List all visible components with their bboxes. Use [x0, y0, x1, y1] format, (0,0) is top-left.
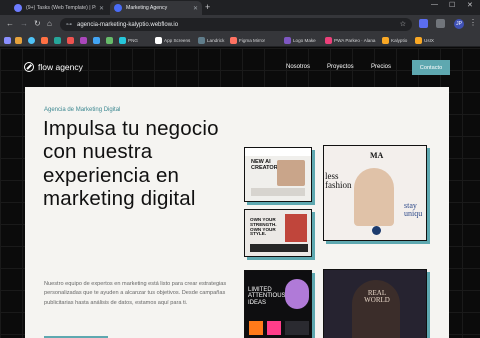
home-icon[interactable]: ⌂	[47, 19, 52, 28]
thumb-title: OWN YOUR STRENGTH. OWN YOUR STYLE.	[250, 217, 277, 237]
figma-icon	[14, 4, 22, 12]
thumb-title: NEW AI CREATOR	[251, 159, 278, 171]
close-icon[interactable]: ✕	[193, 5, 198, 12]
hero-eyebrow: Agencia de Marketing Digital	[44, 107, 121, 113]
thumb-text: stay uniqu	[404, 201, 423, 219]
thumb-title: LIMITED ATTENTIOUS IDEAS	[248, 287, 286, 306]
portfolio-thumb-ai-creator[interactable]: NEW AI CREATOR	[244, 147, 312, 202]
address-bar[interactable]: ⊶ agencia-marketing-kalyptio.webflow.io …	[60, 18, 412, 31]
bookmark-figma-mirror[interactable]: Figma Mirror	[230, 36, 265, 45]
logo-mark-icon	[24, 62, 34, 72]
browser-menu-icon[interactable]: ⋮	[469, 18, 477, 27]
back-icon[interactable]: ←	[6, 19, 14, 28]
portfolio-thumb-real-world[interactable]: REAL WORLD	[323, 269, 427, 338]
nav-nosotros[interactable]: Nosotros	[286, 64, 310, 70]
hero-headline: Impulsa tu negocio con nuestra experienc…	[43, 117, 219, 211]
thumb-title: REAL WORLD	[364, 289, 390, 305]
portfolio-thumb-fashion[interactable]: MA less fashion stay uniqu	[323, 145, 427, 241]
close-icon[interactable]: ✕	[99, 5, 104, 12]
bookmark-icon[interactable]	[41, 36, 48, 45]
portfolio-thumb-strength[interactable]: OWN YOUR STRENGTH. OWN YOUR STYLE.	[244, 209, 312, 257]
reload-icon[interactable]: ↻	[34, 19, 41, 28]
bookmark-icon[interactable]	[4, 36, 11, 45]
minimize-icon[interactable]: —	[431, 1, 438, 8]
bookmark-icon[interactable]	[93, 36, 100, 45]
bookmark-pwa-parkeo[interactable]: PWA Parkeo · Alana	[325, 36, 375, 45]
url-text: agencia-marketing-kalyptio.webflow.io	[77, 21, 179, 28]
bookmark-icon[interactable]	[54, 36, 61, 45]
nav-precios[interactable]: Precios	[371, 64, 391, 70]
tab-marketing-agency[interactable]: Marketing Agency ✕	[110, 1, 202, 15]
portfolio-thumb-ideas[interactable]: LIMITED ATTENTIOUS IDEAS	[244, 270, 312, 338]
logo-text: flow agency	[38, 62, 83, 72]
bookmark-icon[interactable]	[28, 36, 35, 45]
tab-tasks[interactable]: (9+) Tasks (Web Template) | Pro ✕	[10, 1, 108, 15]
new-tab-icon[interactable]: +	[205, 2, 210, 12]
maximize-icon[interactable]: ☐	[449, 1, 455, 9]
nav-proyectos[interactable]: Proyectos	[327, 64, 354, 70]
tab-title: (9+) Tasks (Web Template) | Pro	[26, 5, 96, 11]
thumb-brand: MA	[370, 151, 384, 160]
website-page: flow agency Nosotros Proyectos Precios C…	[0, 48, 480, 338]
bookmarks-bar: PNG App Screens Landrick Figma Mirror Lo…	[0, 34, 480, 47]
bookmark-logo-make[interactable]: Logo Make	[284, 36, 316, 45]
site-info-icon[interactable]: ⊶	[66, 21, 72, 28]
contact-button[interactable]: Contacto	[412, 60, 450, 75]
site-logo[interactable]: flow agency	[24, 62, 83, 72]
bookmark-icon[interactable]	[80, 36, 87, 45]
bookmark-icon[interactable]	[15, 36, 22, 45]
bookmark-usix[interactable]: UsIX	[415, 36, 434, 45]
browser-toolbar: ← → ↻ ⌂ ⊶ agencia-marketing-kalyptio.web…	[0, 15, 480, 34]
bookmark-app-screens[interactable]: App Screens	[155, 36, 190, 45]
tab-title: Marketing Agency	[126, 5, 168, 11]
webflow-icon	[114, 4, 122, 12]
extensions-puzzle-icon[interactable]	[436, 19, 445, 28]
thumb-text: less fashion	[325, 171, 352, 191]
bookmark-png[interactable]: PNG	[119, 36, 138, 45]
tab-strip: (9+) Tasks (Web Template) | Pro ✕ Market…	[0, 0, 480, 15]
profile-avatar[interactable]: JP	[454, 19, 464, 29]
bookmark-icon[interactable]	[106, 36, 113, 45]
bookmark-landrick[interactable]: Landrick	[198, 36, 224, 45]
bookmark-kalyptio[interactable]: Kalyptio	[382, 36, 407, 45]
bookmark-star-icon[interactable]: ☆	[400, 20, 406, 28]
window-close-icon[interactable]: ✕	[467, 1, 473, 9]
hero-section: Agencia de Marketing Digital Impulsa tu …	[25, 87, 449, 338]
bookmark-icon[interactable]	[67, 36, 74, 45]
extension-icon[interactable]	[419, 19, 428, 28]
hero-description: Nuestro equipo de expertos en marketing …	[44, 281, 227, 306]
forward-icon[interactable]: →	[20, 19, 28, 28]
